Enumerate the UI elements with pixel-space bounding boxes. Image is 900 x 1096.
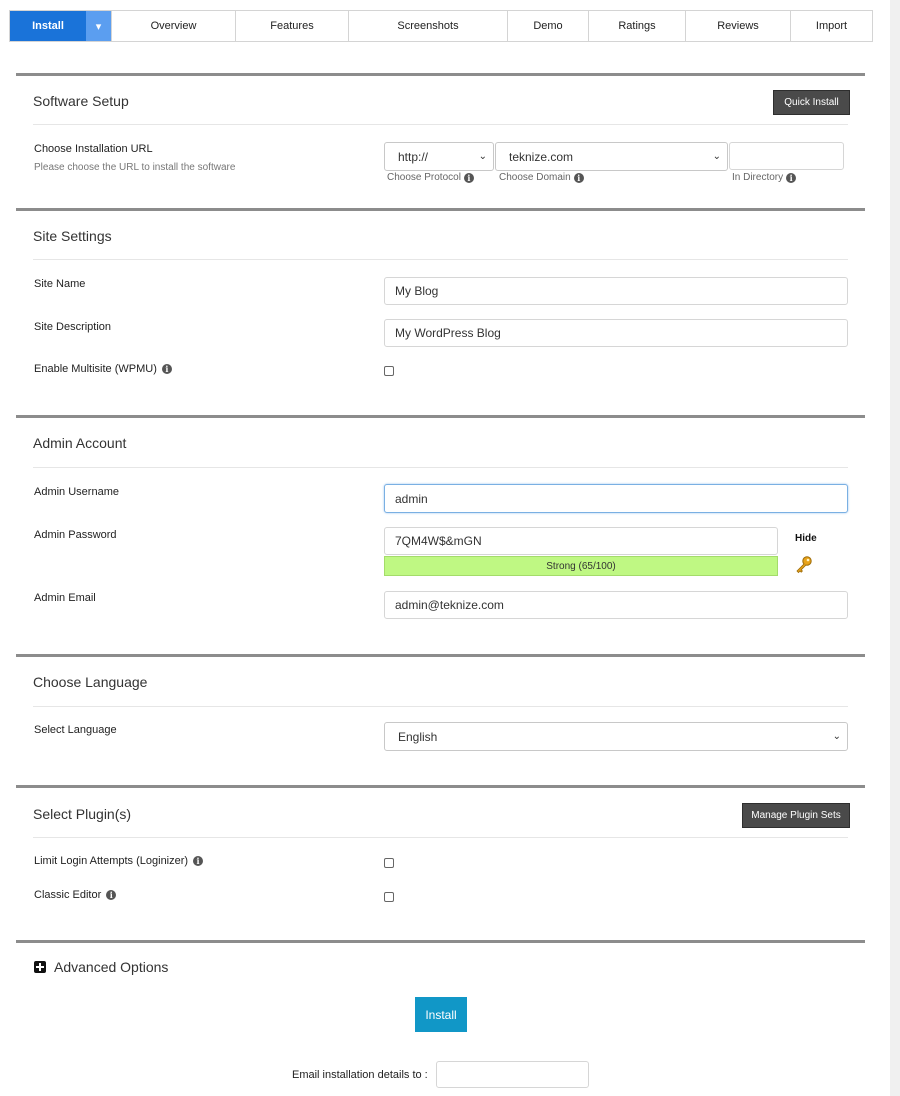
admin-email-label: Admin Email — [34, 592, 96, 604]
section-title: Admin Account — [33, 435, 127, 451]
tab-reviews[interactable]: Reviews — [686, 11, 791, 41]
multisite-checkbox[interactable] — [384, 366, 394, 376]
admin-username-input[interactable]: admin — [384, 484, 848, 513]
install-button[interactable]: Install — [415, 997, 467, 1032]
email-details-input[interactable] — [436, 1061, 589, 1088]
multisite-label: Enable Multisite (WPMU) i — [34, 363, 172, 375]
protocol-hint: Choose Protocol i — [387, 172, 474, 183]
site-settings-section: Site Settings — [16, 208, 865, 416]
language-section: Choose Language — [16, 654, 865, 786]
admin-username-label: Admin Username — [34, 486, 119, 498]
advanced-divider — [16, 940, 865, 943]
site-description-label: Site Description — [34, 321, 112, 333]
plus-icon[interactable] — [34, 961, 46, 973]
section-title: Site Settings — [33, 228, 112, 244]
caret-down-icon: ▾ — [95, 20, 102, 33]
site-name-input[interactable]: My Blog — [384, 277, 848, 305]
info-icon[interactable]: i — [106, 890, 117, 900]
advanced-options-toggle[interactable]: Advanced Options — [54, 959, 168, 975]
plugin-item-loginizer: Limit Login Attempts (Loginizer) i — [34, 855, 204, 867]
admin-password-input[interactable]: 7QM4W$&mGN — [384, 527, 778, 555]
tab-import[interactable]: Import — [791, 11, 872, 41]
info-icon[interactable]: i — [786, 172, 797, 183]
tab-overview[interactable]: Overview — [112, 11, 236, 41]
section-title: Software Setup — [33, 93, 129, 109]
tab-bar: Install ▾ Overview Features Screenshots … — [9, 10, 873, 42]
software-setup-section: Software Setup Quick Install — [16, 73, 865, 209]
section-title: Choose Language — [33, 674, 148, 690]
loginizer-checkbox[interactable] — [384, 858, 394, 868]
plugin-item-classic-editor: Classic Editor i — [34, 889, 117, 901]
site-name-label: Site Name — [34, 278, 86, 290]
hide-password-link[interactable]: Hide — [795, 533, 817, 544]
manage-plugin-sets-button[interactable]: Manage Plugin Sets — [742, 803, 850, 828]
tab-ratings[interactable]: Ratings — [589, 11, 686, 41]
quick-install-button[interactable]: Quick Install — [773, 90, 850, 115]
tab-install-dropdown[interactable]: ▾ — [86, 11, 112, 41]
password-strength-meter: Strong (65/100) — [384, 556, 778, 576]
info-icon[interactable]: i — [161, 364, 172, 374]
tab-demo[interactable]: Demo — [508, 11, 589, 41]
installation-url-description: Please choose the URL to install the sof… — [34, 162, 236, 173]
site-description-input[interactable]: My WordPress Blog — [384, 319, 848, 347]
divider — [33, 259, 848, 260]
tab-install[interactable]: Install — [10, 11, 86, 41]
info-icon[interactable]: i — [463, 172, 474, 183]
tab-features[interactable]: Features — [236, 11, 349, 41]
chevron-down-icon: ⌄ — [712, 150, 721, 162]
protocol-select[interactable]: http:// ⌄ — [384, 142, 494, 171]
language-select[interactable]: English ⌄ — [384, 722, 848, 751]
key-icon[interactable] — [794, 555, 814, 575]
select-language-label: Select Language — [34, 724, 117, 736]
domain-hint: Choose Domain i — [499, 172, 584, 183]
directory-hint: In Directory i — [732, 172, 797, 183]
divider — [33, 837, 848, 838]
section-title: Select Plugin(s) — [33, 806, 132, 822]
email-details-label: Email installation details to : — [292, 1069, 428, 1081]
classic-editor-checkbox[interactable] — [384, 892, 394, 902]
divider — [33, 467, 848, 468]
directory-input[interactable] — [729, 142, 844, 170]
tab-screenshots[interactable]: Screenshots — [349, 11, 508, 41]
domain-select[interactable]: teknize.com ⌄ — [495, 142, 728, 171]
scrollbar[interactable] — [890, 0, 900, 1096]
divider — [33, 706, 848, 707]
chevron-down-icon: ⌄ — [478, 150, 487, 162]
installation-url-label: Choose Installation URL — [34, 143, 153, 155]
admin-password-label: Admin Password — [34, 529, 117, 541]
admin-email-input[interactable]: admin@teknize.com — [384, 591, 848, 619]
info-icon[interactable]: i — [573, 172, 584, 183]
divider — [33, 124, 848, 125]
chevron-down-icon: ⌄ — [832, 730, 841, 742]
info-icon[interactable]: i — [193, 856, 204, 866]
